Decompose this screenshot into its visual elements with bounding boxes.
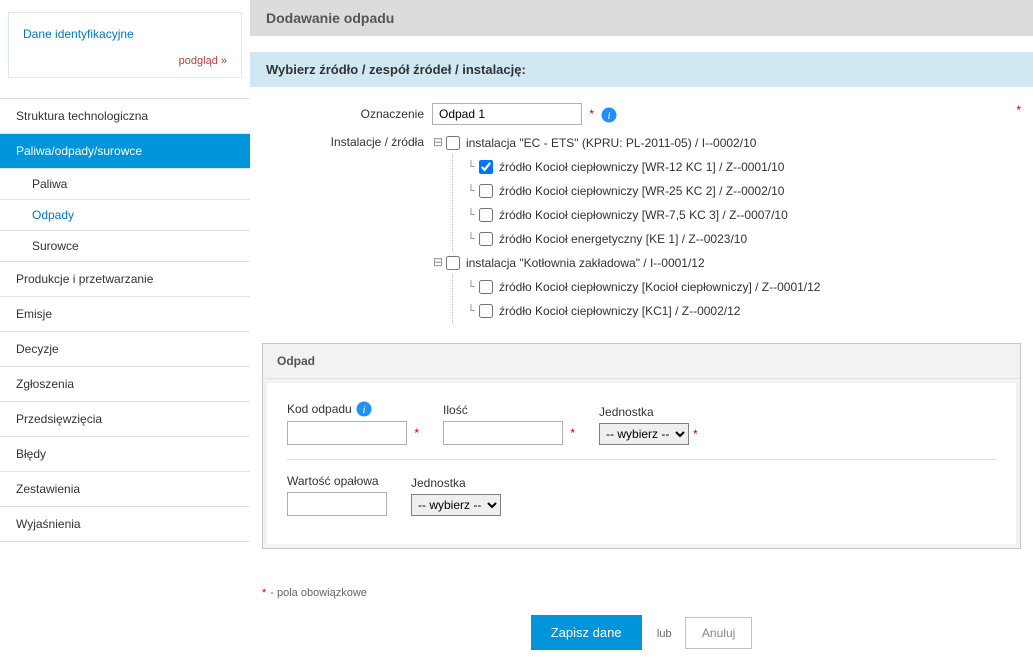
tree-node-source: └ źródło Kocioł ciepłowniczy [Kocioł cie… (465, 275, 1021, 299)
kod-odpadu-input[interactable] (287, 421, 407, 445)
nav-produkcje[interactable]: Produkcje i przetwarzanie (0, 262, 250, 297)
nav-wyjasnienia[interactable]: Wyjaśnienia (0, 507, 250, 542)
tree-node-source: └ źródło Kocioł ciepłowniczy [WR-12 KC 1… (465, 155, 1021, 179)
tree-label: źródło Kocioł ciepłowniczy [KC1] / Z--00… (499, 301, 740, 321)
ilosc-input[interactable] (443, 421, 563, 445)
tree-checkbox[interactable] (479, 160, 493, 174)
tree-leaf-icon: └ (465, 181, 477, 201)
main-content: Dodawanie odpadu Wybierz źródło / zespół… (250, 0, 1033, 670)
oznaczenie-required: * (589, 107, 594, 121)
tree-leaf-icon: └ (465, 277, 477, 297)
or-text: lub (657, 628, 672, 640)
ilosc-label: Ilość (443, 403, 575, 417)
tree-node-installation-2: ⊟ instalacja "Kotłownia zakładowa" / I--… (432, 251, 1021, 275)
tree-required: * (1016, 103, 1021, 117)
info-icon[interactable]: i (356, 401, 372, 417)
tree-label: źródło Kocioł ciepłowniczy [Kocioł ciepł… (499, 277, 820, 297)
tree-leaf-icon: └ (465, 157, 477, 177)
nav-przedsiewziecia[interactable]: Przedsięwzięcia (0, 402, 250, 437)
tree-node-source: └ źródło Kocioł ciepłowniczy [WR-7,5 KC … (465, 203, 1021, 227)
wartosc-opalowa-label: Wartość opałowa (287, 474, 387, 488)
svg-text:i: i (362, 404, 365, 416)
tree-label: źródło Kocioł ciepłowniczy [WR-7,5 KC 3]… (499, 205, 788, 225)
nav-zestawienia[interactable]: Zestawienia (0, 472, 250, 507)
info-icon[interactable]: i (601, 107, 617, 123)
tree-node-source: └ źródło Kocioł energetyczny [KE 1] / Z-… (465, 227, 1021, 251)
preview-link[interactable]: podgląd » (23, 55, 227, 67)
nav-paliwa-odpady-surowce[interactable]: Paliwa/odpady/surowce (0, 134, 250, 169)
tree-label: źródło Kocioł ciepłowniczy [WR-12 KC 1] … (499, 157, 784, 177)
nav-decyzje[interactable]: Decyzje (0, 332, 250, 367)
tree-node-source: └ źródło Kocioł ciepłowniczy [WR-25 KC 2… (465, 179, 1021, 203)
jednostka2-label: Jednostka (411, 476, 501, 490)
sources-tree: ⊟ instalacja "EC - ETS" (KPRU: PL-2011-0… (432, 131, 1021, 323)
odpad-panel: Odpad Kod odpadu i * (262, 343, 1021, 549)
tree-checkbox[interactable] (479, 280, 493, 294)
identification-link[interactable]: Dane identyfikacyjne (23, 27, 134, 41)
section-title: Wybierz źródło / zespół źródeł / instala… (250, 52, 1033, 87)
panel-divider (287, 459, 996, 460)
wartosc-opalowa-input[interactable] (287, 492, 387, 516)
kod-odpadu-label: Kod odpadu (287, 402, 352, 416)
jednostka-select[interactable]: -- wybierz -- (599, 423, 689, 445)
tree-node-source: └ źródło Kocioł ciepłowniczy [KC1] / Z--… (465, 299, 1021, 323)
jednostka-required: * (693, 427, 698, 441)
instalacje-label: Instalacje / źródła (262, 131, 432, 149)
tree-checkbox[interactable] (479, 232, 493, 246)
tree-toggle-icon[interactable]: ⊟ (432, 253, 444, 273)
tree-label: instalacja "EC - ETS" (KPRU: PL-2011-05)… (466, 133, 756, 153)
nav-sub-paliwa[interactable]: Paliwa (0, 169, 250, 200)
tree-checkbox[interactable] (446, 256, 460, 270)
tree-leaf-icon: └ (465, 205, 477, 225)
tree-checkbox[interactable] (479, 184, 493, 198)
ilosc-required: * (570, 426, 575, 440)
tree-label: źródło Kocioł ciepłowniczy [WR-25 KC 2] … (499, 181, 784, 201)
sidebar-nav: Struktura technologiczna Paliwa/odpady/s… (0, 98, 250, 542)
tree-label: źródło Kocioł energetyczny [KE 1] / Z--0… (499, 229, 747, 249)
page-title: Dodawanie odpadu (250, 0, 1033, 36)
nav-bledy[interactable]: Błędy (0, 437, 250, 472)
tree-checkbox[interactable] (479, 208, 493, 222)
tree-node-installation-1: ⊟ instalacja "EC - ETS" (KPRU: PL-2011-0… (432, 131, 1021, 155)
nav-sub-surowce[interactable]: Surowce (0, 231, 250, 262)
jednostka2-select[interactable]: -- wybierz -- (411, 494, 501, 516)
kod-required: * (414, 426, 419, 440)
nav-zgloszenia[interactable]: Zgłoszenia (0, 367, 250, 402)
cancel-button[interactable]: Anuluj (685, 617, 752, 649)
identification-box: Dane identyfikacyjne podgląd » (8, 12, 242, 78)
tree-leaf-icon: └ (465, 229, 477, 249)
tree-checkbox[interactable] (446, 136, 460, 150)
oznaczenie-label: Oznaczenie (262, 103, 432, 121)
svg-text:i: i (608, 110, 611, 122)
nav-emisje[interactable]: Emisje (0, 297, 250, 332)
tree-leaf-icon: └ (465, 301, 477, 321)
tree-toggle-icon[interactable]: ⊟ (432, 133, 444, 153)
nav-struktura[interactable]: Struktura technologiczna (0, 99, 250, 134)
panel-header: Odpad (263, 344, 1020, 379)
sidebar: Dane identyfikacyjne podgląd » Struktura… (0, 0, 250, 670)
save-button[interactable]: Zapisz dane (531, 615, 642, 650)
tree-checkbox[interactable] (479, 304, 493, 318)
required-footnote: *- pola obowiązkowe (262, 587, 1033, 599)
tree-label: instalacja "Kotłownia zakładowa" / I--00… (466, 253, 705, 273)
oznaczenie-input[interactable] (432, 103, 582, 125)
form-actions: Zapisz dane lub Anuluj (250, 615, 1033, 670)
nav-sub-odpady[interactable]: Odpady (0, 200, 250, 231)
jednostka-label: Jednostka (599, 405, 698, 419)
